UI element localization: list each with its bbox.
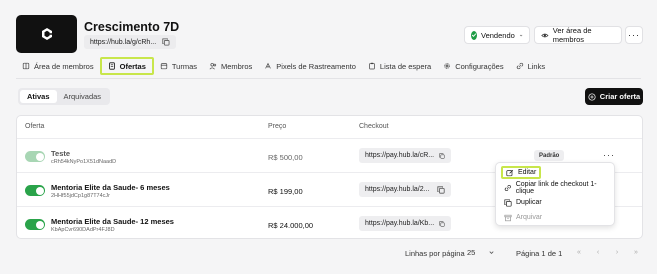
rows-per-page-select[interactable]: 25 <box>463 245 499 260</box>
users-icon <box>209 63 217 70</box>
tab-bar: Área de membros Ofertas Turmas Membros P… <box>16 57 551 75</box>
more-options-button[interactable]: ··· <box>625 26 643 44</box>
tab-classes[interactable]: Turmas <box>154 57 203 75</box>
tab-label: Lista de espera <box>379 61 432 71</box>
tab-label: Links <box>527 61 546 71</box>
menu-item-edit[interactable]: Editar <box>501 166 542 179</box>
product-url-chip[interactable]: https://hub.la/g/cRh... <box>84 35 176 49</box>
checkout-link-chip[interactable]: https://pay.hub.la/2... <box>359 182 451 197</box>
pixel-icon <box>265 62 272 69</box>
rows-per-page-value: 25 <box>467 248 476 257</box>
chevron-down-icon <box>489 251 494 254</box>
edit-icon <box>506 169 514 176</box>
header-offer: Oferta <box>25 123 45 130</box>
chevron-down-icon <box>519 34 523 36</box>
offer-toggle[interactable] <box>25 185 45 196</box>
offer-name: Teste <box>51 149 71 158</box>
menu-item-label: Editar <box>518 169 537 176</box>
header-checkout: Checkout <box>359 123 389 130</box>
offer-code: cRh54kNyPo1X51dNaadD <box>51 159 117 165</box>
receipt-icon <box>108 62 115 70</box>
calendar-icon <box>160 63 168 70</box>
tab-tracking-pixels[interactable]: Pixels de Rastreamento <box>258 57 362 75</box>
filter-active[interactable]: Ativas <box>20 90 57 103</box>
tab-label: Membros <box>221 61 253 71</box>
offer-price: R$ 24.000,00 <box>268 221 314 230</box>
row-more-icon[interactable]: ··· <box>603 150 615 160</box>
checkout-url: https://pay.hub.la/2... <box>365 186 430 193</box>
previous-page-icon[interactable]: ‹ <box>591 245 605 259</box>
tab-label: Turmas <box>171 61 198 71</box>
header-price: Preço <box>268 123 287 130</box>
link-icon <box>516 62 523 70</box>
menu-item-label: Copiar link de checkout 1-clique <box>515 180 597 195</box>
gear-icon <box>444 63 450 69</box>
checkout-url: https://pay.hub.la/Kb... <box>365 220 435 227</box>
offer-toggle[interactable] <box>25 219 45 230</box>
tab-members-area[interactable]: Área de membros <box>16 57 100 75</box>
status-label: Vendendo <box>481 30 515 40</box>
tab-waiting-list[interactable]: Lista de espera <box>362 57 437 75</box>
check-circle-icon <box>471 30 477 40</box>
rows-per-page-label: Linhas por página <box>405 249 465 258</box>
create-offer-button[interactable]: Criar oferta <box>585 88 643 105</box>
last-page-icon[interactable]: » <box>629 245 643 259</box>
menu-item-archive[interactable]: Arquivar <box>501 211 545 224</box>
tab-settings[interactable]: Configurações <box>437 57 509 75</box>
tab-offers[interactable]: Ofertas <box>99 57 154 75</box>
tab-label: Área de membros <box>34 61 94 71</box>
menu-item-label: Arquivar <box>516 214 543 221</box>
offer-name: Mentoria Elite da Saude- 12 meses <box>51 217 174 226</box>
row-actions-menu: Editar Copiar link de checkout 1-clique … <box>495 162 615 226</box>
link-icon <box>504 184 511 191</box>
create-offer-label: Criar oferta <box>599 92 641 101</box>
offer-status-filter: Ativas Arquivadas <box>18 88 111 105</box>
checkout-url: https://pay.hub.la/cR... <box>365 152 435 159</box>
more-horizontal-icon: ··· <box>628 30 640 40</box>
copy-icon[interactable] <box>439 152 445 160</box>
offer-code: 2HHf55jdCp1g87T74cJr <box>51 193 111 199</box>
clipboard-icon <box>369 62 375 70</box>
archive-icon <box>504 214 512 221</box>
tab-label: Configurações <box>455 61 504 71</box>
offer-name: Mentoria Elite da Saude- 6 meses <box>51 183 170 192</box>
product-title: Crescimento 7D <box>84 20 180 34</box>
copy-icon[interactable] <box>437 185 445 194</box>
status-dropdown[interactable]: Vendendo <box>464 26 530 44</box>
page-info: Página 1 de 1 <box>516 249 563 258</box>
menu-item-duplicate[interactable]: Duplicar <box>501 196 545 209</box>
product-url: https://hub.la/g/cRh... <box>90 38 157 46</box>
menu-item-label: Duplicar <box>516 199 542 206</box>
tab-label: Ofertas <box>119 61 146 71</box>
duplicate-icon <box>504 198 512 207</box>
filter-archived[interactable]: Arquivadas <box>57 90 109 103</box>
product-logo <box>16 15 77 53</box>
tabs-divider <box>16 78 641 79</box>
copy-icon[interactable] <box>439 220 445 228</box>
offer-price: R$ 199,00 <box>268 187 303 196</box>
checkout-link-chip[interactable]: https://pay.hub.la/Kb... <box>359 216 451 231</box>
offer-toggle[interactable] <box>25 151 45 162</box>
tab-members[interactable]: Membros <box>203 57 258 75</box>
next-page-icon[interactable]: › <box>610 245 624 259</box>
view-members-area-button[interactable]: Ver área de membros <box>534 26 622 44</box>
checkout-link-chip[interactable]: https://pay.hub.la/cR... <box>359 148 451 163</box>
first-page-icon[interactable]: « <box>572 245 586 259</box>
default-badge: Padrão <box>534 150 565 161</box>
copy-icon[interactable] <box>162 38 170 46</box>
tab-label: Pixels de Rastreamento <box>276 61 356 71</box>
offer-price: R$ 500,00 <box>268 153 303 162</box>
menu-item-copy-checkout-link[interactable]: Copiar link de checkout 1-clique <box>501 180 614 195</box>
eye-icon <box>541 33 549 37</box>
view-members-label: Ver área de membros <box>552 26 592 44</box>
offer-code: KbApCvr690DAdPr4FJ8D <box>51 227 115 233</box>
tab-links[interactable]: Links <box>510 57 552 75</box>
book-icon <box>22 62 30 70</box>
logo-c-icon <box>41 28 52 40</box>
plus-circle-icon <box>588 92 596 101</box>
